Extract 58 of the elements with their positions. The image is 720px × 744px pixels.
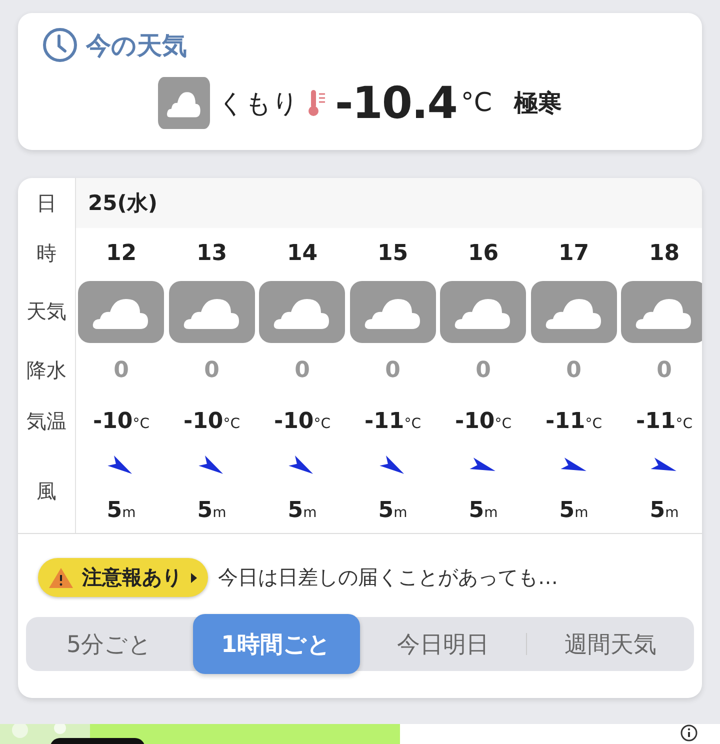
cloud-icon (259, 280, 346, 342)
hour-label: 18 (648, 240, 680, 266)
cloud-icon (530, 280, 617, 342)
precipitation-value: 0 (385, 358, 400, 382)
weather-condition: くもり (218, 88, 299, 120)
row-label: 日 (36, 190, 58, 216)
warning-icon (48, 566, 74, 590)
cloud-icon (158, 77, 210, 129)
temperature-value: -10°C (92, 409, 150, 434)
hour-label: 17 (558, 240, 590, 266)
wind-speed-value: 5m (378, 498, 408, 522)
cloud-icon (78, 280, 164, 342)
cloud-icon (440, 280, 526, 342)
wind-speed-value: 5m (650, 498, 679, 522)
temperature-unit: °C (460, 88, 492, 118)
view-tab[interactable]: 5分ごと (26, 617, 193, 671)
precipitation-value: 0 (204, 358, 220, 382)
precipitation-value: 0 (294, 358, 310, 382)
temperature-value: -10°C (183, 409, 240, 434)
hour-label: 14 (286, 240, 318, 266)
temperature-note: 極寒 (514, 88, 562, 119)
row-label: 風 (36, 478, 58, 505)
row-label: 天気 (26, 298, 68, 325)
clock-icon (42, 27, 78, 63)
temperature-value: -10.4 (335, 78, 457, 128)
temperature-value: -11°C (636, 409, 693, 434)
row-label: 気温 (26, 408, 68, 435)
cloud-icon (350, 280, 436, 342)
alert-text[interactable]: 今日は日差しの届くことがあっても… (218, 564, 558, 591)
date-label: 25(水) (88, 190, 158, 217)
precipitation-value: 0 (656, 358, 672, 382)
temperature-value: -11°C (545, 409, 602, 434)
view-tab[interactable]: 1時間ごと (192, 614, 360, 674)
row-label: 降水 (26, 356, 68, 384)
caret-icon (190, 572, 198, 584)
temperature-value: -10°C (274, 409, 331, 434)
wind-speed-value: 5m (197, 498, 226, 522)
wind-speed-value: 5m (468, 498, 498, 522)
temperature-value: -11°C (364, 409, 422, 434)
row-label: 時 (36, 240, 58, 266)
hour-label: 15 (377, 240, 408, 266)
wind-speed-value: 5m (559, 498, 588, 522)
hour-label: 16 (468, 240, 499, 266)
view-tab[interactable]: 週間天気 (527, 617, 694, 671)
view-tab[interactable]: 今日明日 (360, 617, 526, 671)
hour-label: 12 (106, 240, 137, 266)
precipitation-value: 0 (476, 358, 491, 382)
precipitation-value: 0 (566, 358, 582, 382)
thermometer-icon (307, 88, 327, 118)
temperature-value: -10°C (454, 409, 512, 434)
info-icon[interactable] (680, 724, 698, 742)
precipitation-value: 0 (114, 358, 129, 382)
section-title: 今の天気 (86, 30, 187, 62)
hour-label: 13 (196, 240, 228, 266)
warning-badge[interactable]: 注意報あり (38, 558, 208, 597)
wind-speed-value: 5m (106, 498, 136, 522)
wind-speed-value: 5m (288, 498, 317, 522)
cloud-icon (168, 280, 255, 342)
